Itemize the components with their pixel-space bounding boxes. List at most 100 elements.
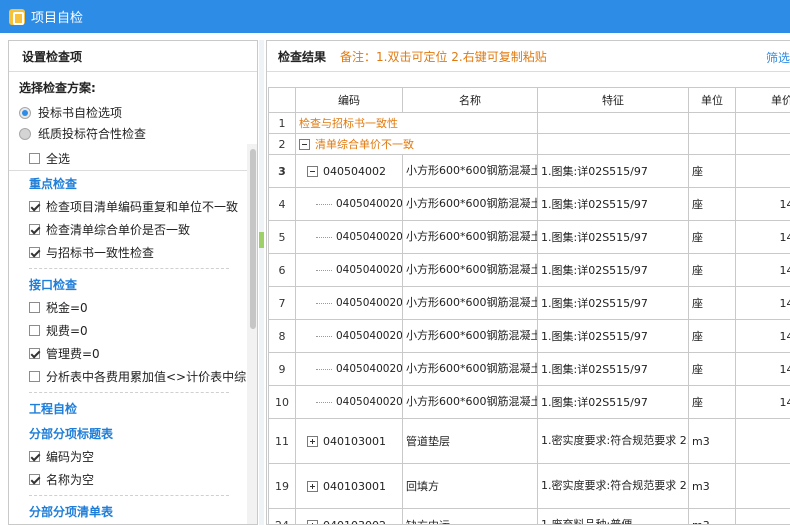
section-title-project-self-check: 工程自检 [29, 402, 78, 416]
cell-code: 040103001 [295, 463, 403, 509]
plan-option-bid-self-check[interactable]: 投标书自检选项 [19, 102, 247, 123]
option-analysis-sum-mismatch[interactable]: 分析表中各费用累加值<>计价表中综 [29, 365, 247, 388]
scrollbar-thumb[interactable] [250, 149, 256, 329]
row-number: 5 [268, 220, 296, 254]
checkbox-icon[interactable] [29, 153, 40, 164]
checkbox-checked-icon[interactable] [29, 247, 40, 258]
option-unit-price-consistency[interactable]: 检查清单综合单价是否一致 [29, 218, 247, 241]
row-number: 19 [268, 463, 296, 509]
panel-splitter[interactable] [259, 40, 264, 525]
results-note: 备注：1.双击可定位 2.右键可复制粘贴 [340, 49, 547, 64]
results-header: 检查结果 备注：1.双击可定位 2.右键可复制粘贴 筛选 [267, 41, 790, 72]
select-all-checkbox[interactable]: 全选 [29, 147, 247, 170]
table-row[interactable]: 8 040504002003 小方形600*600钢筋混凝土户线检查井 1.图集… [268, 319, 790, 353]
header-name[interactable]: 名称 [402, 87, 538, 113]
filter-link[interactable]: 筛选 [766, 49, 790, 66]
option-tax-zero[interactable]: 税金=0 [29, 296, 247, 319]
option-code-empty[interactable]: 编码为空 [29, 445, 247, 468]
cell-name: 回填方 [402, 463, 538, 509]
collapse-icon[interactable] [307, 165, 318, 177]
checkbox-checked-icon[interactable] [29, 224, 40, 235]
table-row[interactable]: 3 040504002 小方形600*600钢筋混凝土户线检查井 1.图集:详0… [268, 154, 790, 188]
table-row[interactable]: 7 040504002004 小方形600*600钢筋混凝土户线检查井 1.图集… [268, 286, 790, 320]
cell-code: 040504002 [295, 154, 403, 188]
collapse-icon[interactable] [299, 138, 310, 150]
table-row[interactable]: 11 040103001 管道垫层 1.密实度要求:符合规范要求 2.填方材料品… [268, 418, 790, 464]
checkbox-checked-icon[interactable] [29, 474, 40, 485]
cell-feature: 1.图集:详02S515/97 [537, 220, 689, 254]
cell-name: 小方形600*600钢筋混凝土户线检查井 [402, 220, 538, 254]
checkbox-icon[interactable] [29, 371, 40, 382]
radio-unselected-icon[interactable] [19, 127, 31, 140]
expand-icon[interactable] [307, 435, 318, 447]
cell-unit: 座 [688, 319, 736, 353]
group-title-division-title-table: 分部分项标题表 [29, 427, 114, 441]
option-label: 与招标书一致性检查 [46, 246, 155, 260]
cell-unit: m3 [688, 463, 736, 509]
cell-unit: m3 [688, 418, 736, 464]
expand-icon[interactable] [307, 519, 318, 524]
settings-header: 设置检查项 [9, 41, 257, 72]
row-number: 4 [268, 187, 296, 221]
cell-unit: 座 [688, 220, 736, 254]
table-row[interactable]: 10 040504002001 小方形600*600钢筋混凝土户线检查井 1.图… [268, 385, 790, 419]
row-number: 6 [268, 253, 296, 287]
checkbox-checked-icon[interactable] [29, 201, 40, 212]
checkbox-checked-icon[interactable] [29, 451, 40, 462]
app-icon [9, 8, 25, 25]
title-bar: 项目自检 [0, 0, 790, 33]
header-price[interactable]: 单价 [735, 87, 790, 113]
cell-feature: 1.图集:详02S515/97 [537, 286, 689, 320]
option-tender-consistency[interactable]: 与招标书一致性检查 [29, 241, 247, 264]
cell-code: 040504002006 [295, 220, 403, 254]
header-unit[interactable]: 单位 [688, 87, 736, 113]
cell-unit [688, 112, 736, 134]
tree-line [316, 236, 332, 238]
header-feature[interactable]: 特征 [537, 87, 689, 113]
option-fee-zero[interactable]: 规费=0 [29, 319, 247, 342]
option-management-fee-zero[interactable]: 管理费=0 [29, 342, 247, 365]
code-text: 040504002002 [336, 362, 403, 375]
cell-code: 040504002003 [295, 319, 403, 353]
tree-line [316, 302, 332, 304]
row-number: 1 [268, 112, 296, 134]
cell-name: 小方形600*600钢筋混凝土户线检查井 [402, 385, 538, 419]
header-code[interactable]: 编码 [295, 87, 403, 113]
checkbox-icon[interactable] [29, 325, 40, 336]
cell-feature [537, 133, 689, 155]
checkbox-icon[interactable] [29, 302, 40, 313]
radio-selected-icon[interactable] [19, 106, 31, 119]
group-title-division-list-table: 分部分项清单表 [29, 505, 114, 519]
settings-panel: 设置检查项 选择检查方案: 投标书自检选项 纸质投标符合性检查 全选 重点检查 … [8, 40, 258, 525]
expand-icon[interactable] [307, 480, 318, 492]
tree-line [316, 401, 332, 403]
option-code-dup-unit[interactable]: 检查项目清单编码重复和单位不一致 [29, 195, 247, 218]
splitter-grip-icon[interactable] [259, 232, 264, 248]
cell-unit: m3 [688, 508, 736, 524]
table-row[interactable]: 4 040504002007 小方形600*600钢筋混凝土户线检查井 1.图集… [268, 187, 790, 221]
table-row[interactable]: 24 040103002 缺方内运 1.废弃料品种:普便 m3 [268, 508, 790, 525]
cell-code: 040103001 [295, 418, 403, 464]
cell-feature: 1.图集:详02S515/97 [537, 253, 689, 287]
cell-feature: 1.密实度要求:符合规范要求 2.填方材料品种:原土回填 [537, 463, 689, 509]
table-row[interactable]: 1 检查与招标书一致性 [268, 112, 790, 134]
cell-price: 1434.86 [735, 253, 790, 287]
checkbox-checked-icon[interactable] [29, 348, 40, 359]
plan-option-paper-compliance[interactable]: 纸质投标符合性检查 [19, 123, 247, 144]
cell-price: 1434.87 [735, 319, 790, 353]
code-text: 040103001 [323, 479, 386, 493]
option-name-empty[interactable]: 名称为空 [29, 468, 247, 491]
cell-price: 1434.87 [735, 286, 790, 320]
table-row[interactable]: 5 040504002006 小方形600*600钢筋混凝土户线检查井 1.图集… [268, 220, 790, 254]
table-row[interactable]: 2 清单综合单价不一致 [268, 133, 790, 155]
cell-price [735, 112, 790, 134]
tree-line [316, 335, 332, 337]
table-row[interactable]: 9 040504002002 小方形600*600钢筋混凝土户线检查井 1.图集… [268, 352, 790, 386]
table-row[interactable]: 19 040103001 回填方 1.密实度要求:符合规范要求 2.填方材料品种… [268, 463, 790, 509]
cell-name: 小方形600*600钢筋混凝土户线检查井 [402, 154, 538, 188]
row-number: 3 [268, 154, 296, 188]
table-row[interactable]: 6 040504002005 小方形600*600钢筋混凝土户线检查井 1.图集… [268, 253, 790, 287]
cell-feature: 1.图集:详02S515/97 [537, 187, 689, 221]
code-text: 040504002004 [336, 296, 403, 309]
code-text: 040103002 [323, 518, 386, 525]
